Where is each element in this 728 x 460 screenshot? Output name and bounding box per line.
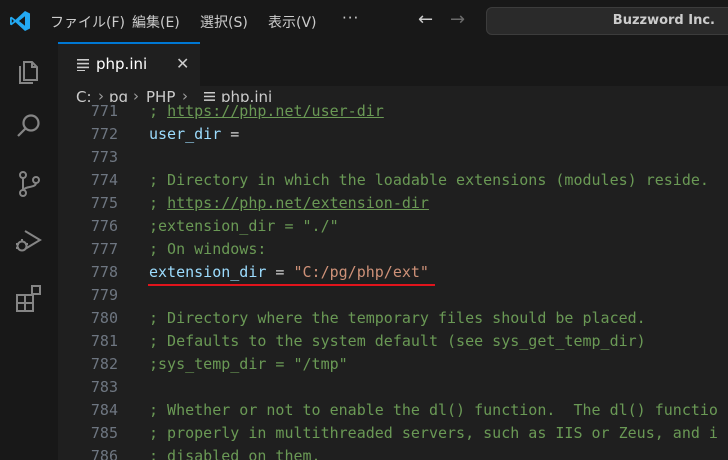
code-line[interactable]: 784 ; Whether or not to enable the dl() f…: [58, 399, 728, 422]
code-line[interactable]: 779: [58, 284, 728, 307]
code-token: ; Whether or not to enable the dl() func…: [149, 401, 718, 419]
code-line[interactable]: 772 user_dir =: [58, 123, 728, 146]
vscode-logo-icon[interactable]: [8, 9, 32, 33]
line-number: 776: [90, 217, 118, 235]
code-text: ;extension_dir = "./": [149, 215, 339, 238]
code-line[interactable]: 777 ; On windows:: [58, 238, 728, 261]
code-text: ; Directory in which the loadable extens…: [149, 169, 709, 192]
code-text: ; Defaults to the system default (see sy…: [149, 330, 646, 353]
line-number: 778: [90, 263, 118, 281]
code-line[interactable]: 776 ;extension_dir = "./": [58, 215, 728, 238]
line-number: 782: [90, 355, 118, 373]
line-number: 772: [90, 125, 118, 143]
line-number: 775: [90, 194, 118, 212]
extensions-icon[interactable]: [13, 282, 45, 314]
run-debug-icon[interactable]: [13, 224, 45, 256]
more-menu-button[interactable]: ···: [342, 9, 359, 27]
line-number: 783: [90, 378, 118, 396]
code-token: ;: [149, 194, 168, 212]
code-link[interactable]: https://php.net/user-dir: [167, 102, 384, 120]
code-token: ;sys_temp_dir = "/tmp": [149, 355, 348, 373]
menu-file[interactable]: ファイル(F): [50, 12, 125, 32]
code-text: user_dir =: [149, 123, 239, 146]
code-text: ; disabled on them.: [149, 445, 321, 460]
code-line[interactable]: 780 ; Directory where the temporary files…: [58, 307, 728, 330]
code-line[interactable]: 786 ; disabled on them.: [58, 445, 728, 460]
title-bar: ファイル(F) 編集(E) 選択(S) 表示(V) ··· ← → Buzzwo…: [0, 0, 728, 42]
code-line[interactable]: 783: [58, 376, 728, 399]
code-line[interactable]: 782 ;sys_temp_dir = "/tmp": [58, 353, 728, 376]
line-number: 784: [90, 401, 118, 419]
code-text: ; properly in multithreaded servers, suc…: [149, 422, 718, 445]
line-number: 773: [90, 148, 118, 166]
code-line[interactable]: 774 ; Directory in which the loadable ext…: [58, 169, 728, 192]
tab-php-ini[interactable]: php.ini ✕: [58, 42, 200, 86]
line-number: 785: [90, 424, 118, 442]
code-editor[interactable]: 771; https://php.net/user-dir 772 user_dir…: [58, 102, 728, 460]
code-token: user_dir: [149, 125, 222, 143]
code-text: ;sys_temp_dir = "/tmp": [149, 353, 348, 376]
command-center-search[interactable]: Buzzword Inc.: [486, 7, 728, 35]
menu-edit[interactable]: 編集(E): [132, 12, 180, 32]
search-label: Buzzword Inc.: [612, 13, 715, 28]
code-text: ; Whether or not to enable the dl() func…: [149, 399, 718, 422]
code-token: ; On windows:: [149, 240, 267, 258]
code-token: =: [221, 125, 240, 143]
back-arrow-icon[interactable]: ←: [418, 9, 433, 30]
code-link[interactable]: https://php.net/extension-dir: [167, 194, 429, 212]
code-line[interactable]: 771; https://php.net/user-dir: [58, 102, 728, 123]
code-token: ; Defaults to the system default (see sy…: [149, 332, 646, 350]
code-token: extension_dir: [149, 263, 267, 281]
code-line[interactable]: 785 ; properly in multithreaded servers, …: [58, 422, 728, 445]
activity-bar: [0, 42, 58, 460]
source-control-icon[interactable]: [13, 168, 45, 200]
code-text: ; https://php.net/extension-dir: [149, 192, 429, 215]
line-number: 780: [90, 309, 118, 327]
code-line[interactable]: 781 ; Defaults to the system default (see…: [58, 330, 728, 353]
forward-arrow-icon[interactable]: →: [450, 9, 465, 30]
code-token: ;extension_dir = "./": [149, 217, 339, 235]
code-text: ; Directory where the temporary files sh…: [149, 307, 646, 330]
menu-view[interactable]: 表示(V): [268, 12, 317, 32]
line-number: 777: [90, 240, 118, 258]
line-number: 786: [90, 447, 118, 460]
code-line[interactable]: 773: [58, 146, 728, 169]
code-line[interactable]: 775; https://php.net/extension-dir: [58, 192, 728, 215]
tab-bar: php.ini ✕: [58, 42, 728, 86]
line-number: 774: [90, 171, 118, 189]
code-token: ; properly in multithreaded servers, suc…: [149, 424, 718, 442]
close-icon[interactable]: ✕: [176, 54, 189, 73]
line-number: 771: [90, 102, 118, 120]
code-line[interactable]: 778 extension_dir = "C:/pg/php/ext": [58, 261, 728, 284]
tab-label: php.ini: [96, 55, 148, 73]
explorer-icon[interactable]: [13, 54, 45, 86]
code-token: "C:/pg/php/ext": [293, 263, 429, 281]
code-text: extension_dir = "C:/pg/php/ext": [149, 261, 429, 284]
menu-selection[interactable]: 選択(S): [200, 12, 248, 32]
code-token: ; Directory in which the loadable extens…: [149, 171, 709, 189]
code-token: ; disabled on them.: [149, 447, 321, 460]
line-number: 779: [90, 286, 118, 304]
file-lines-icon: [77, 59, 89, 71]
code-token: =: [266, 263, 294, 281]
code-text: ; https://php.net/user-dir: [149, 102, 384, 123]
code-token: ; Directory where the temporary files sh…: [149, 309, 646, 327]
search-icon[interactable]: [13, 110, 45, 142]
code-text: ; On windows:: [149, 238, 266, 261]
code-token: ;: [149, 102, 168, 120]
line-number: 781: [90, 332, 118, 350]
